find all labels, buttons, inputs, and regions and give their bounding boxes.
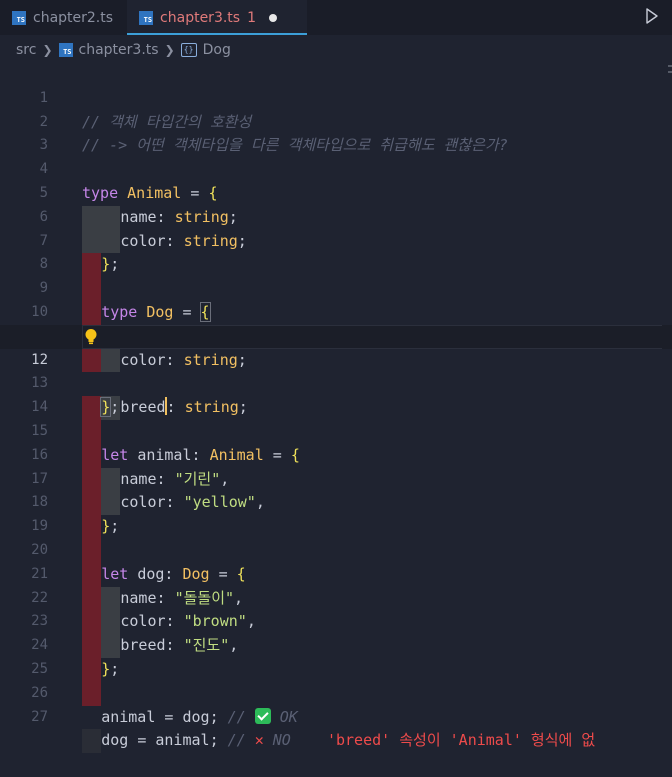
code-line: 26 animal = dog; // OK (0, 658, 672, 726)
scroll-marker (668, 71, 672, 73)
ts-file-icon: TS (12, 10, 26, 25)
tab-chapter3[interactable]: TS chapter3.ts 1 (127, 0, 308, 35)
code-line: 2 // -> 어떤 객체타입을 다른 객체타입으로 취급해도 괜찮은가? (0, 87, 672, 155)
scroll-marker (668, 65, 672, 67)
code-line: 7 }; (0, 206, 672, 278)
code-line: 9 type Dog = { (0, 253, 672, 325)
line-number: 27 (31, 708, 48, 725)
code-line: 17 color: "yellow", (0, 444, 672, 516)
ts-file-icon: TS (139, 10, 154, 25)
code-line: 22 color: "brown", (0, 563, 672, 635)
code-line: 24 }; (0, 610, 672, 682)
breadcrumb-file[interactable]: chapter3.ts (79, 42, 159, 58)
code-line: 18 }; (0, 468, 672, 539)
tab-bar: TS chapter2.ts TS chapter3.ts 1 (0, 0, 672, 35)
code-line: 15 let animal: Animal = { (0, 396, 672, 468)
code-line: 8 (0, 230, 672, 301)
problem-count: 1 (247, 9, 257, 26)
variable: animal (101, 707, 156, 726)
chevron-right-icon: ❯ (42, 43, 53, 57)
code-line-current: 12 breed: string; (0, 324, 672, 420)
code-line: 6 color: string; (0, 182, 672, 254)
code-line: 14 (0, 372, 672, 444)
code-line: 4 type Animal = { (0, 134, 672, 202)
check-icon (254, 707, 271, 724)
breadcrumb-folder[interactable]: src (16, 42, 36, 58)
code-line: 3 (0, 111, 672, 153)
comment: NO (272, 731, 291, 750)
tab-label: chapter3.ts (160, 9, 241, 26)
run-button[interactable] (642, 6, 662, 26)
code-editor[interactable]: 1 // 객체 타입간의 호환성 2 // -> 어떤 객체타입을 다른 객체타… (0, 63, 672, 754)
code-line: 11 color: string; (0, 301, 672, 373)
code-line: 25 (0, 634, 672, 706)
ts-file-icon: TS (58, 43, 73, 57)
code-line: 5 name: string; (0, 158, 672, 230)
unsaved-dot-icon[interactable] (269, 13, 278, 22)
breadcrumb-symbol[interactable]: Dog (203, 42, 231, 58)
code-line: 10 name: string; (0, 277, 672, 349)
symbol-class-icon: {} (180, 43, 197, 57)
code-line: 21 name: "돌돌이", (0, 539, 672, 611)
code-line: 1 // 객체 타입간의 호환성 (0, 63, 672, 131)
tab-chapter2[interactable]: TS chapter2.ts (0, 0, 127, 35)
code-line: 13 }; (0, 349, 672, 420)
tab-label: chapter2.ts (33, 9, 114, 26)
run-icon (646, 8, 658, 24)
code-line: 27 dog = animal; // ✕ NO 'breed' 속성이 'An… (0, 682, 672, 754)
cross-icon: ✕ (254, 731, 264, 750)
inline-error-message[interactable]: 'breed' 속성이 'Animal' 형식에 없 (327, 731, 595, 749)
chevron-right-icon: ❯ (164, 43, 175, 57)
code-line: 19 (0, 491, 672, 563)
lightbulb-icon[interactable] (84, 328, 98, 346)
variable: animal (155, 731, 210, 750)
code-line: 20 let dog: Dog = { (0, 515, 672, 587)
variable: dog (182, 707, 210, 726)
code-line: 23 breed: "진도", (0, 587, 672, 658)
breadcrumb: src ❯ TS chapter3.ts ❯ {} Dog (0, 38, 672, 62)
variable: dog (101, 731, 129, 750)
comment: OK (279, 707, 298, 726)
code-line: 16 name: "기린", (0, 420, 672, 492)
